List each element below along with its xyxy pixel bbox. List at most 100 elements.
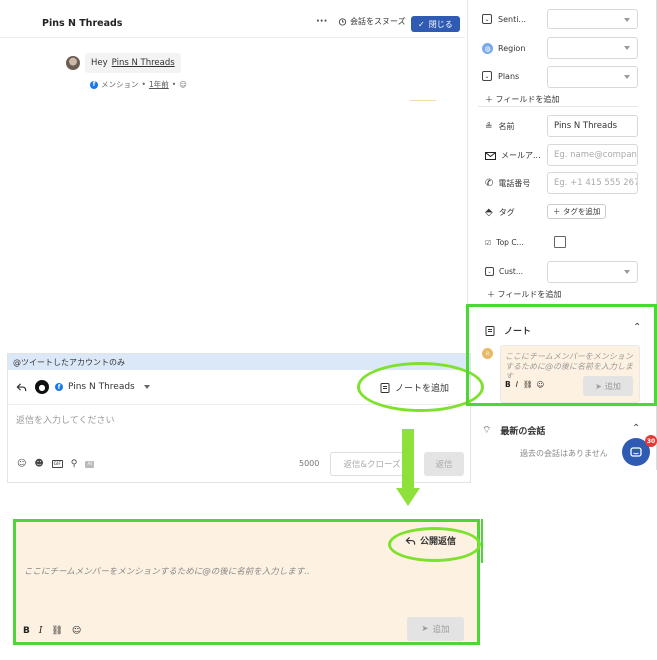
divider (481, 519, 483, 563)
field-label: メールア... (501, 151, 541, 160)
chevron-down-icon (624, 75, 630, 79)
checkbox-field-icon: ☑ (485, 238, 492, 247)
gif-icon[interactable]: GIF (51, 460, 63, 468)
field-sentiment: ⌄ Senti... (482, 14, 526, 24)
chat-icon (630, 446, 642, 457)
check-icon: ✓ (418, 19, 425, 29)
reply-button[interactable]: 返信 (424, 452, 464, 476)
send-icon: ➤ (421, 624, 429, 634)
notes-toolbar: B I ⛓ ☺ (505, 380, 544, 389)
arrow-shaft (402, 429, 414, 492)
notes-header: ノート (485, 324, 531, 337)
chevron-down-icon (624, 46, 630, 50)
account-dropdown-icon[interactable] (143, 385, 150, 389)
clipboard-icon (485, 326, 495, 336)
dropdown-field-icon: ⌄ (485, 267, 494, 276)
reply-input[interactable]: 返信を入力してください (8, 405, 470, 449)
notes-add-label: 追加 (604, 381, 621, 391)
bold-button[interactable]: B (23, 626, 30, 636)
field-cust: ⌄ Cust... (485, 267, 523, 276)
account-avatar-icon: ● (35, 380, 49, 394)
field-email: メールア... (485, 150, 541, 161)
facebook-icon: f (55, 383, 63, 391)
emoji-reaction-icon[interactable]: ☺ (179, 80, 187, 89)
field-tag: ⬘ タグ (485, 207, 515, 218)
link-icon[interactable]: ⛓ (523, 380, 533, 389)
recent-title: 最新の会話 (500, 427, 546, 437)
field-top-c: ☑ Top C... (485, 238, 524, 247)
recent-empty-text: 過去の会話はありません (520, 449, 608, 458)
phone-field[interactable]: Eg. +1 415 555 267 (547, 172, 638, 194)
message-mention-link[interactable]: Pins N Threads (112, 58, 175, 68)
search-knowledge-icon[interactable]: ⚲ (71, 459, 78, 469)
alarm-clock-icon (338, 18, 347, 26)
close-label: 閉じる (428, 19, 453, 29)
avatar: ⊙ (482, 348, 493, 359)
recent-header: ⌔ 最新の会話 (482, 424, 545, 437)
note-add-button[interactable]: ➤ 追加 (407, 617, 464, 641)
field-phone: ✆ 電話番号 (485, 178, 530, 189)
notes-title: ノート (504, 327, 532, 337)
close-conversation-button[interactable]: ✓ 閉じる (411, 16, 460, 32)
emoji-icon[interactable]: ☺ (536, 380, 544, 389)
italic-button[interactable]: I (516, 380, 518, 389)
top-c-checkbox[interactable] (554, 236, 566, 248)
message-meta: f メンション • 1年前 • ☺ (90, 79, 187, 90)
meta-separator-2: • (171, 80, 177, 89)
add-field-link[interactable]: ＋ フィールドを追加 (485, 94, 559, 105)
reply-icon[interactable] (16, 382, 27, 393)
field-label: 電話番号 (498, 179, 531, 188)
account-name: Pins N Threads (68, 382, 135, 392)
meta-separator: • (141, 80, 146, 89)
divider (478, 106, 638, 107)
add-field-link-2[interactable]: ＋ フィールドを追加 (487, 289, 561, 300)
field-region: ◍ Region (482, 43, 525, 54)
field-label: Senti... (498, 14, 527, 24)
arrow-down-icon (396, 488, 420, 506)
region-select[interactable] (547, 37, 638, 59)
link-icon[interactable]: ⛓ (51, 626, 62, 636)
char-count: 5000 (299, 459, 320, 468)
facebook-icon: f (90, 80, 98, 89)
meta-source: メンション (101, 80, 139, 89)
note-input[interactable]: ここにチームメンバーをメンションするために@の後に名前を入力します.. (24, 565, 464, 577)
sentiment-icon: ⌄ (482, 14, 492, 24)
highlight-ellipse (357, 362, 484, 412)
chat-history-icon: ⌔ (482, 425, 492, 436)
bold-button[interactable]: B (505, 380, 511, 389)
add-tag-button[interactable]: ＋ タグを追加 (547, 204, 607, 219)
avatar (66, 56, 80, 70)
tag-icon: ⬘ (485, 207, 493, 218)
field-plans: ⌄ Plans (482, 71, 519, 81)
field-label: 名前 (498, 122, 515, 131)
field-label: Top C... (496, 238, 524, 247)
field-name: ≗ 名前 (485, 121, 515, 132)
field-label: タグ (498, 208, 515, 217)
ai-icon[interactable]: AI (85, 460, 95, 468)
field-label: Cust... (499, 267, 523, 276)
notes-input-box[interactable]: ここにチームメンバーをメンションするために@の後に名前を入力します.. B I … (500, 345, 640, 403)
name-input[interactable]: Pins N Threads (547, 115, 638, 137)
note-toolbar: B I ⛓ ☺ (23, 626, 81, 636)
chevron-down-icon (624, 270, 630, 274)
emoji-icon[interactable]: ☺ (72, 626, 81, 636)
meta-time-link[interactable]: 1年前 (149, 79, 169, 90)
cust-select[interactable] (547, 261, 638, 283)
notes-add-button[interactable]: ➤ 追加 (583, 376, 633, 396)
plans-icon: ⌄ (482, 71, 492, 81)
chevron-up-icon[interactable]: ⌃ (633, 322, 641, 333)
sentiment-select[interactable] (547, 9, 638, 29)
snooze-button[interactable]: 会話をスヌーズ (338, 16, 406, 27)
snooze-label: 会話をスヌーズ (350, 17, 406, 26)
emoji-icon[interactable]: ☺ (17, 459, 26, 469)
notes-input[interactable]: ここにチームメンバーをメンションするために@の後に名前を入力します.. (505, 352, 633, 378)
highlight-ellipse (388, 527, 481, 562)
phone-icon: ✆ (485, 178, 494, 189)
italic-button[interactable]: I (39, 626, 43, 636)
plans-select[interactable] (547, 66, 638, 88)
more-options-button[interactable]: ··· (316, 16, 327, 27)
chevron-up-icon[interactable]: ⌃ (632, 423, 640, 434)
send-icon: ➤ (595, 381, 602, 391)
sticker-icon[interactable]: ☻ (34, 459, 43, 469)
email-field[interactable]: Eg. name@compan (547, 144, 638, 166)
